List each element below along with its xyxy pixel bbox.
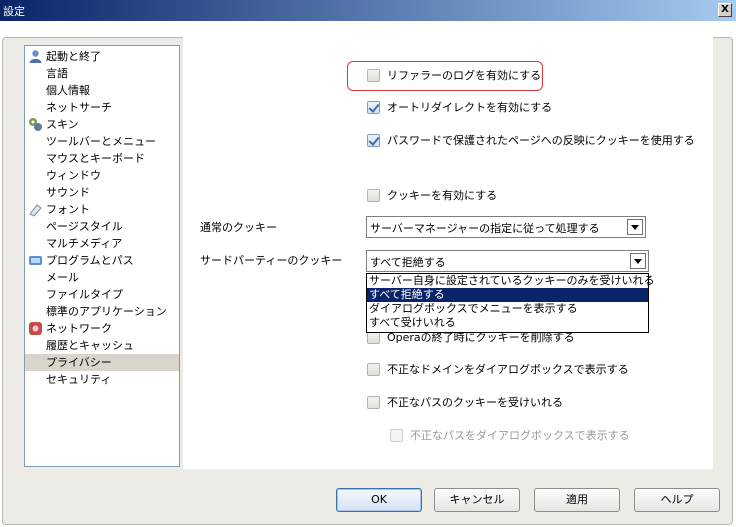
tree-item-skin[interactable]: スキン (25, 116, 179, 133)
tree-item-page-style[interactable]: ページスタイル (25, 218, 179, 235)
programs-icon (29, 256, 42, 265)
tree-item-programs[interactable]: プログラムとパス (25, 252, 179, 269)
normal-cookies-select[interactable]: サーバーマネージャーの指定に従って処理する (366, 216, 646, 238)
tree-item-sound[interactable]: サウンド (25, 184, 179, 201)
third-party-cookies-dropdown: サーバー自身に設定されているクッキーのみを受けいれる すべて拒絶する ダイアログ… (366, 273, 655, 333)
dropdown-option[interactable]: ダイアログボックスでメニューを表示する (367, 302, 648, 316)
accept-invalid-path-label: 不正なパスのクッキーを受けいれる (387, 396, 563, 409)
apply-button[interactable]: 適用 (534, 488, 620, 512)
title-bar: 設定 X (0, 0, 736, 21)
help-button[interactable]: ヘルプ (634, 488, 720, 512)
tree-item-toolbars[interactable]: ツールバーとメニュー (25, 133, 179, 150)
invalid-path-dialog-label: 不正なパスをダイアログボックスで表示する (410, 429, 630, 442)
invalid-domain-dialog-label: 不正なドメインをダイアログボックスで表示する (387, 363, 629, 376)
normal-cookies-value: サーバーマネージャーの指定に従って処理する (370, 222, 600, 235)
tree-item-window[interactable]: ウィンドウ (25, 167, 179, 184)
dropdown-option[interactable]: サーバー自身に設定されているクッキーのみを受けいれる (367, 274, 655, 288)
tree-item-security[interactable]: セキュリティ (25, 371, 179, 388)
password-cookie-label: パスワードで保護されたページへの反映にクッキーを使用する (387, 134, 695, 147)
tree-item-language[interactable]: 言語 (25, 65, 179, 82)
window-title: 設定 (3, 5, 25, 18)
delete-on-exit-label: Operaの終了時にクッキーを削除する (387, 331, 575, 344)
invalid-path-dialog-checkbox[interactable] (390, 429, 403, 442)
tree-item-personal-info[interactable]: 個人情報 (25, 82, 179, 99)
tree-item-default-apps[interactable]: 標準のアプリケーション (25, 303, 179, 320)
accept-invalid-path-checkbox[interactable] (367, 396, 380, 409)
cancel-button[interactable]: キャンセル (434, 488, 520, 512)
network-icon (29, 322, 42, 335)
enable-cookies-checkbox[interactable] (367, 189, 380, 202)
tree-item-history-cache[interactable]: 履歴とキャッシュ (25, 337, 179, 354)
window-close-button[interactable]: X (718, 3, 732, 17)
tree-item-privacy[interactable]: プライバシー (25, 354, 179, 371)
third-party-cookies-select[interactable]: すべて拒絶する (366, 250, 649, 272)
person-icon (29, 50, 42, 63)
skin-icon (29, 118, 42, 131)
font-icon (29, 204, 42, 217)
enable-cookies-label: クッキーを有効にする (387, 189, 498, 202)
tree-item-network[interactable]: ネットワーク (25, 320, 179, 337)
normal-cookies-label: 通常のクッキー (200, 221, 277, 234)
auto-redirect-label: オートリダイレクトを有効にする (387, 101, 553, 114)
tree-item-net-search[interactable]: ネットサーチ (25, 99, 179, 116)
third-party-cookies-label: サードパーティーのクッキー (200, 254, 343, 267)
tree-item-multimedia[interactable]: マルチメディア (25, 235, 179, 252)
dropdown-option[interactable]: すべて受けいれる (367, 316, 648, 330)
tree-item-font[interactable]: フォント (25, 201, 179, 218)
tree-item-mouse-keyboard[interactable]: マウスとキーボード (25, 150, 179, 167)
third-party-cookies-value: すべて拒絶する (370, 256, 446, 269)
tree-item-startup[interactable]: 起動と終了 (25, 48, 179, 65)
password-cookie-checkbox[interactable] (367, 134, 380, 147)
chevron-down-icon[interactable] (627, 219, 643, 235)
auto-redirect-checkbox[interactable] (367, 101, 380, 114)
referrer-log-checkbox[interactable] (367, 69, 380, 82)
chevron-down-icon[interactable] (630, 253, 646, 269)
tree-item-mail[interactable]: メール (25, 269, 179, 286)
referrer-log-label: リファラーのログを有効にする (387, 69, 542, 82)
category-tree: 起動と終了 言語 個人情報 ネットサーチ スキン ツールバーとメニュー マウスと… (24, 45, 180, 467)
invalid-domain-dialog-checkbox[interactable] (367, 363, 380, 376)
dropdown-option[interactable]: すべて拒絶する (367, 288, 648, 302)
ok-button[interactable]: OK (336, 488, 422, 512)
tree-item-file-types[interactable]: ファイルタイプ (25, 286, 179, 303)
